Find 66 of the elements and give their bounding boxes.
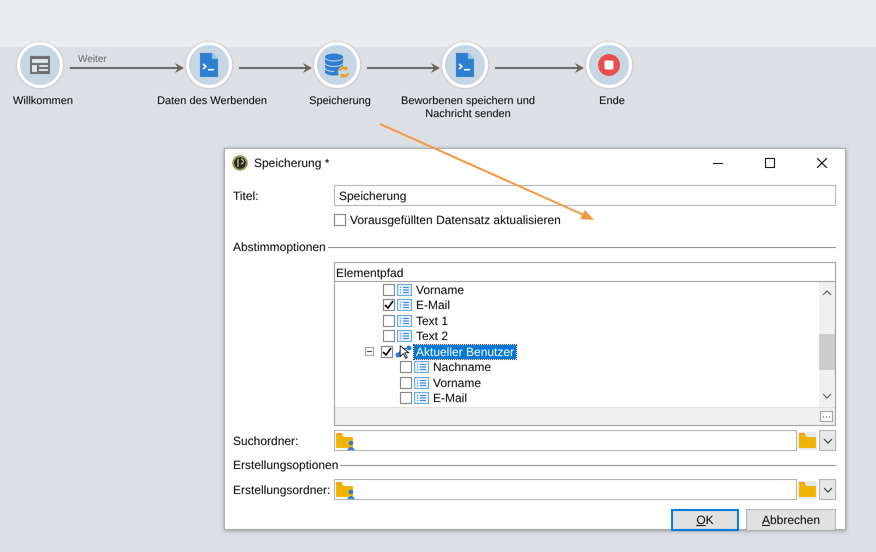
- field-label: Titel:: [233, 188, 260, 204]
- transition-label: Weiter: [78, 53, 107, 66]
- mouse-cursor-icon: [399, 344, 410, 359]
- checkbox[interactable]: [383, 314, 395, 327]
- checkbox[interactable]: [400, 392, 412, 404]
- checkbox[interactable]: [400, 376, 412, 389]
- field-icon: [414, 376, 429, 389]
- collapse-icon[interactable]: [365, 347, 374, 356]
- tree-item[interactable]: E-Mail: [414, 298, 452, 312]
- user-folder-icon: [335, 480, 356, 498]
- close-icon: [817, 158, 827, 168]
- workflow-node[interactable]: [442, 42, 488, 88]
- field-icon: [397, 299, 412, 312]
- tree-item[interactable]: Aktueller Benutzer: [414, 344, 516, 359]
- section-heading: Erstellungsoptionen: [233, 457, 338, 474]
- script-icon: [455, 52, 475, 78]
- node-label: Ende: [598, 95, 626, 108]
- field-icon: [414, 361, 429, 374]
- window-title: Speicherung *: [254, 155, 330, 172]
- tree-item[interactable]: Vorname: [431, 376, 484, 390]
- dropdown-button[interactable]: [819, 430, 836, 451]
- checkbox[interactable]: [400, 361, 412, 374]
- tree-item[interactable]: Nachname: [431, 360, 494, 374]
- user-folder-icon: [335, 432, 356, 450]
- tree-item[interactable]: Text 1: [414, 314, 450, 328]
- workflow-node[interactable]: [186, 42, 232, 88]
- tree-item[interactable]: Text 2: [414, 329, 450, 344]
- checkbox[interactable]: [334, 214, 346, 226]
- stop-icon: [597, 53, 621, 77]
- tree-item[interactable]: E-Mail: [431, 391, 470, 406]
- field-label: Suchordner:: [233, 432, 300, 450]
- tree-item[interactable]: Vorname: [414, 282, 466, 297]
- field-label: Erstellungsordner:: [233, 482, 332, 498]
- folder-input[interactable]: [334, 479, 797, 500]
- caret-icon: [822, 438, 832, 444]
- script-icon: [199, 52, 219, 78]
- app-icon: [232, 155, 248, 171]
- more-icon[interactable]: [820, 411, 833, 422]
- checkbox[interactable]: [383, 330, 395, 342]
- field-icon: [397, 314, 412, 327]
- scrollbar[interactable]: [819, 282, 835, 407]
- form-icon: [29, 55, 51, 75]
- workflow-node[interactable]: [314, 42, 360, 88]
- node-label: Willkommen: [12, 95, 74, 108]
- title-input[interactable]: Speicherung: [334, 185, 836, 206]
- ok-button[interactable]: OK: [671, 509, 739, 531]
- workflow-node[interactable]: [586, 42, 632, 88]
- field-icon: [397, 330, 412, 342]
- checkbox[interactable]: [381, 346, 393, 358]
- field-icon: [397, 284, 412, 296]
- maximize-icon: [765, 158, 775, 168]
- database-sync-icon: [324, 52, 350, 78]
- link-icon: [395, 345, 412, 358]
- checkbox[interactable]: [383, 299, 395, 312]
- caret-icon: [822, 486, 832, 492]
- node-label: Beworbenen speichern und Nachricht senden: [400, 95, 536, 121]
- dropdown-button[interactable]: [819, 479, 836, 500]
- node-label: Daten des Werbenden: [156, 95, 268, 108]
- field-icon: [414, 392, 429, 404]
- section-heading: Abstimmoptionen: [233, 239, 326, 256]
- column-header: Elementpfad: [335, 263, 835, 282]
- checkbox-label: Vorausgefüllten Datensatz aktualisieren: [350, 212, 561, 229]
- checkbox[interactable]: [383, 284, 395, 296]
- folder-input[interactable]: [334, 430, 797, 451]
- cancel-button[interactable]: Abbrechen: [746, 509, 836, 531]
- workflow-node[interactable]: [17, 42, 63, 88]
